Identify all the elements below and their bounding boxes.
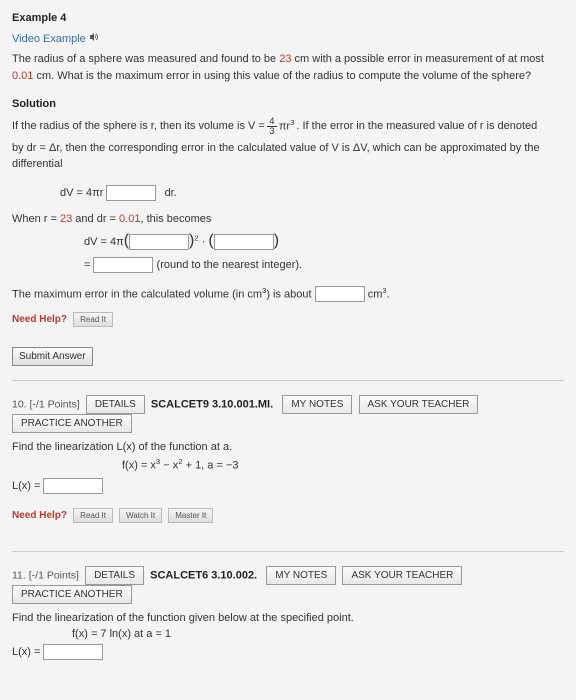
q10-watch-it-button[interactable]: Watch It bbox=[119, 508, 162, 523]
q11-fx: f(x) = 7 ln(x) at a = 1 bbox=[72, 628, 564, 640]
speaker-icon bbox=[89, 31, 99, 48]
q11-ask-button[interactable]: ASK YOUR TEACHER bbox=[342, 566, 462, 585]
q11-Lx-label: L(x) = bbox=[12, 646, 43, 658]
dv-base-input[interactable] bbox=[129, 234, 189, 250]
q10-Lx-input[interactable] bbox=[43, 478, 103, 494]
q10-details-button[interactable]: DETAILS bbox=[86, 395, 145, 414]
q10-read-it-button[interactable]: Read It bbox=[73, 508, 113, 523]
q10-ref: SCALCET9 3.10.001.MI. bbox=[151, 399, 273, 411]
when-line: When r = 23 and dr = 0.01, this becomes bbox=[12, 213, 564, 225]
q10-mynotes-button[interactable]: MY NOTES bbox=[282, 395, 352, 414]
q11-stem: Find the linearization of the function g… bbox=[12, 612, 564, 624]
q10-fx: f(x) = x3 − x2 + 1, a = −3 bbox=[122, 457, 564, 472]
max-error-input[interactable] bbox=[315, 286, 365, 302]
dv-factor-input[interactable] bbox=[214, 234, 274, 250]
q10-practice-button[interactable]: PRACTICE ANOTHER bbox=[12, 414, 132, 433]
dv-equation-2: dV = 4π()2 · () = (round to the nearest … bbox=[84, 229, 564, 274]
q11-mynotes-button[interactable]: MY NOTES bbox=[266, 566, 336, 585]
example-heading: Example 4 bbox=[12, 10, 564, 27]
q10-points: 10. [-/1 Points] bbox=[12, 399, 80, 411]
dv-equation-1: dV = 4πr dr. bbox=[60, 185, 564, 202]
solution-line-2: by dr = Δr, then the corresponding error… bbox=[12, 140, 564, 173]
q11-details-button[interactable]: DETAILS bbox=[85, 566, 144, 585]
q10-stem: Find the linearization L(x) of the funct… bbox=[12, 441, 564, 453]
q10-need-help: Need Help? bbox=[12, 510, 67, 521]
dv-exponent-input[interactable] bbox=[106, 185, 156, 201]
problem-text: The radius of a sphere was measured and … bbox=[12, 51, 564, 84]
q11-ref: SCALCET6 3.10.002. bbox=[150, 569, 257, 581]
need-help-label: Need Help? bbox=[12, 314, 67, 325]
video-example-link[interactable]: Video Example bbox=[12, 33, 86, 45]
q10-ask-button[interactable]: ASK YOUR TEACHER bbox=[359, 395, 479, 414]
q11-practice-button[interactable]: PRACTICE ANOTHER bbox=[12, 585, 132, 604]
q10-master-it-button[interactable]: Master It bbox=[168, 508, 213, 523]
dv-result-input[interactable] bbox=[93, 257, 153, 273]
solution-line-1: If the radius of the sphere is r, then i… bbox=[12, 117, 564, 136]
submit-answer-button[interactable]: Submit Answer bbox=[12, 347, 93, 366]
q11-points: 11. [-/1 Points] bbox=[12, 569, 79, 581]
max-error-line: The maximum error in the calculated volu… bbox=[12, 286, 564, 303]
q10-Lx-label: L(x) = bbox=[12, 480, 43, 492]
q11-Lx-input[interactable] bbox=[43, 644, 103, 660]
read-it-button[interactable]: Read It bbox=[73, 312, 113, 327]
solution-heading: Solution bbox=[12, 96, 564, 113]
